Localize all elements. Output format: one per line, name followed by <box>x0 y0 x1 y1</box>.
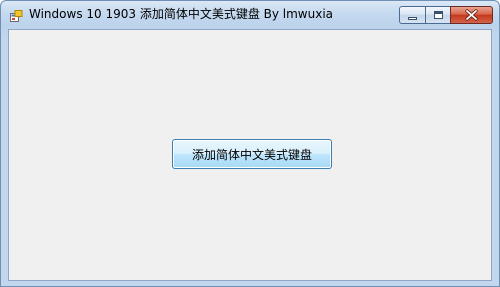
close-icon <box>465 9 478 21</box>
caption-buttons <box>399 6 493 24</box>
maximize-button[interactable] <box>425 6 450 24</box>
maximize-icon <box>434 11 443 19</box>
title-bar[interactable]: Windows 10 1903 添加简体中文美式键盘 By lmwuxia <box>1 1 499 28</box>
app-window: Windows 10 1903 添加简体中文美式键盘 By lmwuxia 添加… <box>0 0 500 287</box>
window-title: Windows 10 1903 添加简体中文美式键盘 By lmwuxia <box>29 7 334 21</box>
close-button[interactable] <box>450 6 493 24</box>
minimize-icon <box>408 17 417 20</box>
minimize-button[interactable] <box>399 6 425 24</box>
add-chinese-us-keyboard-button[interactable]: 添加简体中文美式键盘 <box>172 139 332 169</box>
client-area: 添加简体中文美式键盘 <box>8 29 492 281</box>
app-icon[interactable] <box>10 8 23 22</box>
